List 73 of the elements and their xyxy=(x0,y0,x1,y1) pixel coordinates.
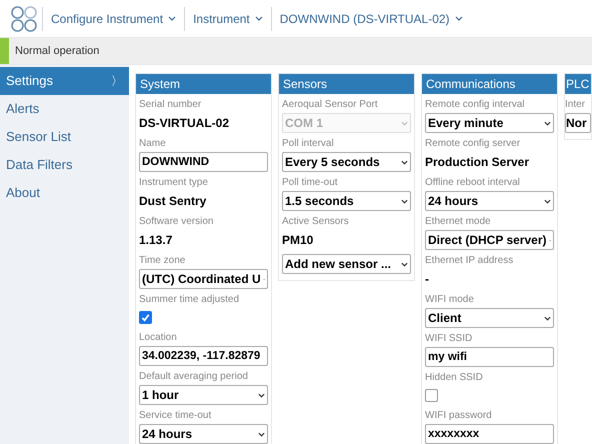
field-label: Aeroqual Sensor Port xyxy=(282,98,379,112)
input-field[interactable]: my wifi xyxy=(425,347,554,367)
field-label: Location xyxy=(139,331,178,345)
field-value: DS-VIRTUAL-02 xyxy=(139,115,230,132)
field-label: Inter xyxy=(565,98,586,112)
panel-title: PLC xyxy=(565,74,591,94)
sidebar-item[interactable]: Data Filters xyxy=(0,151,129,179)
chevron-down-icon xyxy=(254,16,263,21)
dropdown[interactable]: Nor xyxy=(565,113,591,133)
chevron-down-icon xyxy=(401,160,408,164)
panel-title: Communications xyxy=(422,74,557,94)
breadcrumb-menu[interactable]: DOWNWIND (DS-VIRTUAL-02) xyxy=(280,10,463,28)
sidebar-item[interactable]: Settings 〉 xyxy=(0,67,129,95)
dropdown[interactable]: 24 hours xyxy=(425,191,554,211)
logo-icon[interactable] xyxy=(10,4,38,32)
checkbox[interactable] xyxy=(139,311,152,324)
dropdown[interactable]: Direct (DHCP server) xyxy=(425,230,554,250)
field-label: Poll time-out xyxy=(282,176,339,190)
breadcrumb-menu[interactable]: Configure Instrument xyxy=(51,10,176,28)
field-value: Production Server xyxy=(425,154,530,171)
field-label: Offline reboot interval xyxy=(425,176,521,190)
sidebar-item[interactable]: About xyxy=(0,179,129,207)
chevron-down-icon xyxy=(401,120,408,126)
field-label: Remote config server xyxy=(425,137,522,151)
chevron-down-icon xyxy=(168,16,176,21)
field-label: Ethernet IP address xyxy=(425,254,514,268)
field-label: Serial number xyxy=(139,98,202,112)
status-indicator xyxy=(0,38,9,64)
dropdown[interactable]: Every 5 seconds xyxy=(282,152,411,172)
chevron-down-icon xyxy=(258,432,265,436)
panel-title: System xyxy=(136,74,271,94)
chevron-down-icon xyxy=(258,392,265,398)
field-value: - xyxy=(425,271,430,288)
field-label: Software version xyxy=(139,215,214,229)
field-label: Remote config interval xyxy=(425,98,526,112)
chevron-down-icon xyxy=(544,198,551,204)
sidebar-item[interactable]: Sensor List xyxy=(0,123,129,151)
field-label: Instrument type xyxy=(139,176,209,190)
chevron-down-icon xyxy=(401,262,408,266)
dropdown[interactable]: (UTC) Coordinated U xyxy=(139,269,268,289)
field-label: Service time-out xyxy=(139,409,212,423)
field-label: WIFI password xyxy=(425,409,493,423)
field-value: PM10 xyxy=(282,232,314,249)
dropdown[interactable]: Every minute xyxy=(425,113,554,133)
breadcrumb-menu[interactable]: Instrument xyxy=(193,10,263,28)
field-label: Active Sensors xyxy=(282,215,350,229)
field-label: Default averaging period xyxy=(139,370,249,384)
chevron-down-icon xyxy=(454,16,463,21)
input-field[interactable]: 34.002239, -117.82879 xyxy=(139,346,268,366)
field-label: Name xyxy=(139,137,167,151)
dropdown[interactable]: Client xyxy=(425,308,554,328)
field-label: WIFI mode xyxy=(425,293,475,307)
chevron-down-icon xyxy=(544,316,551,320)
dropdown[interactable]: 1.5 seconds xyxy=(282,191,411,211)
dropdown[interactable]: Add new sensor ... xyxy=(282,254,411,274)
checkbox[interactable] xyxy=(425,389,438,402)
chevron-down-icon xyxy=(544,120,551,126)
field-value: 1.13.7 xyxy=(139,232,174,249)
field-label: Ethernet mode xyxy=(425,215,492,229)
dropdown[interactable]: 1 hour xyxy=(139,385,268,405)
panel-title: Sensors xyxy=(279,74,414,94)
dropdown[interactable]: 24 hours xyxy=(139,424,268,444)
field-label: Poll interval xyxy=(282,137,335,151)
sidebar-item[interactable]: Alerts xyxy=(0,95,129,123)
field-label: Time zone xyxy=(139,254,186,268)
field-value: Dust Sentry xyxy=(139,193,208,210)
chevron-down-icon xyxy=(401,198,408,204)
input-field[interactable]: DOWNWIND xyxy=(139,152,268,172)
status-text: Normal operation xyxy=(15,44,100,59)
field-label: Summer time adjusted xyxy=(139,293,240,307)
input-field[interactable]: xxxxxxxx xyxy=(425,424,554,444)
field-label: WIFI SSID xyxy=(425,332,474,346)
field-label: Hidden SSID xyxy=(425,371,484,385)
